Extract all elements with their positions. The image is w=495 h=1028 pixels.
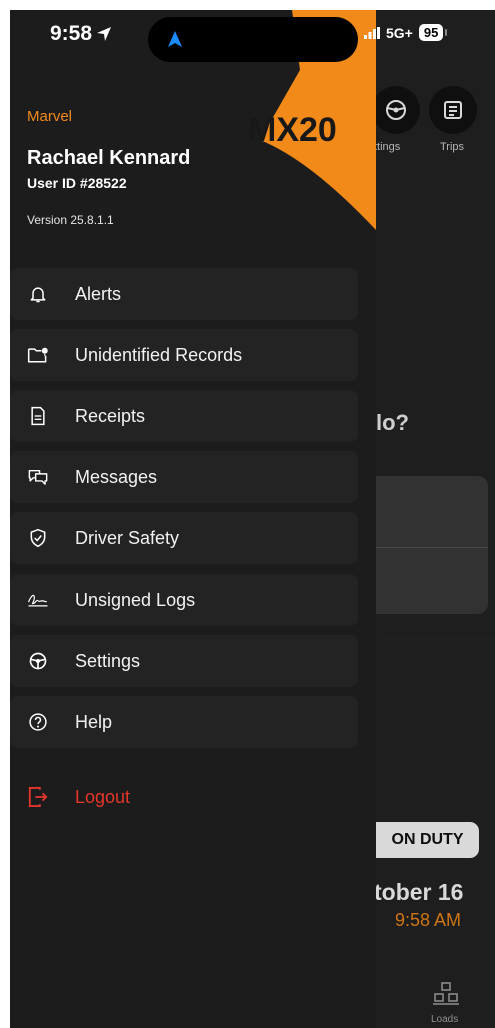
side-drawer: MX20 Marvel Rachael Kennard User ID #285… — [10, 10, 376, 1028]
menu-label: Unidentified Records — [75, 344, 243, 365]
receipt-icon — [27, 405, 49, 427]
signal-icon — [364, 26, 380, 39]
mx20-logo: MX20 — [248, 111, 337, 149]
shield-check-icon — [27, 527, 49, 549]
menu-item-receipts[interactable]: Receipts — [10, 390, 358, 442]
chat-icon — [27, 466, 49, 488]
clock: 9:58 — [50, 22, 93, 45]
menu-label: Receipts — [75, 405, 146, 426]
status-indicators: 5G+ 95 — [364, 24, 448, 41]
menu-item-help[interactable]: Help — [10, 696, 358, 748]
signature-icon — [27, 589, 49, 611]
phone-screen: ttings Trips lo? ON DUTY tober 16 9:58 A… — [10, 10, 495, 1028]
menu-item-messages[interactable]: Messages — [10, 451, 358, 503]
navigation-arrow-icon — [168, 31, 182, 47]
menu-item-unidentified-records[interactable]: Unidentified Records — [10, 329, 358, 381]
logout-label: Logout — [75, 786, 131, 807]
network-type: 5G+ — [386, 24, 413, 41]
status-time: 9:58 — [50, 22, 112, 46]
battery-tip — [445, 29, 448, 36]
menu-item-alerts[interactable]: Alerts — [10, 268, 358, 320]
user-id: User ID #28522 — [27, 175, 127, 191]
folder-alert-icon — [27, 344, 49, 366]
user-name: Rachael Kennard — [27, 147, 191, 169]
app-version: Version 25.8.1.1 — [27, 213, 114, 227]
help-icon — [27, 711, 49, 733]
menu-item-unsigned-logs[interactable]: Unsigned Logs — [10, 574, 358, 626]
menu-label: Alerts — [75, 283, 122, 304]
menu-item-settings[interactable]: Settings — [10, 635, 358, 687]
menu-item-driver-safety[interactable]: Driver Safety — [10, 512, 358, 564]
bell-icon — [27, 283, 49, 305]
dynamic-island — [148, 17, 358, 62]
menu-label: Unsigned Logs — [75, 589, 196, 610]
menu-label: Messages — [75, 466, 158, 487]
logout-icon — [27, 786, 49, 808]
battery-level: 95 — [418, 24, 444, 41]
menu-label: Settings — [75, 650, 141, 671]
location-arrow-icon — [97, 27, 112, 41]
steering-wheel-icon — [27, 650, 49, 672]
menu-label: Driver Safety — [75, 527, 180, 548]
logout-button[interactable]: Logout — [27, 786, 130, 808]
menu-label: Help — [75, 711, 113, 732]
company-name: Marvel — [27, 108, 73, 125]
